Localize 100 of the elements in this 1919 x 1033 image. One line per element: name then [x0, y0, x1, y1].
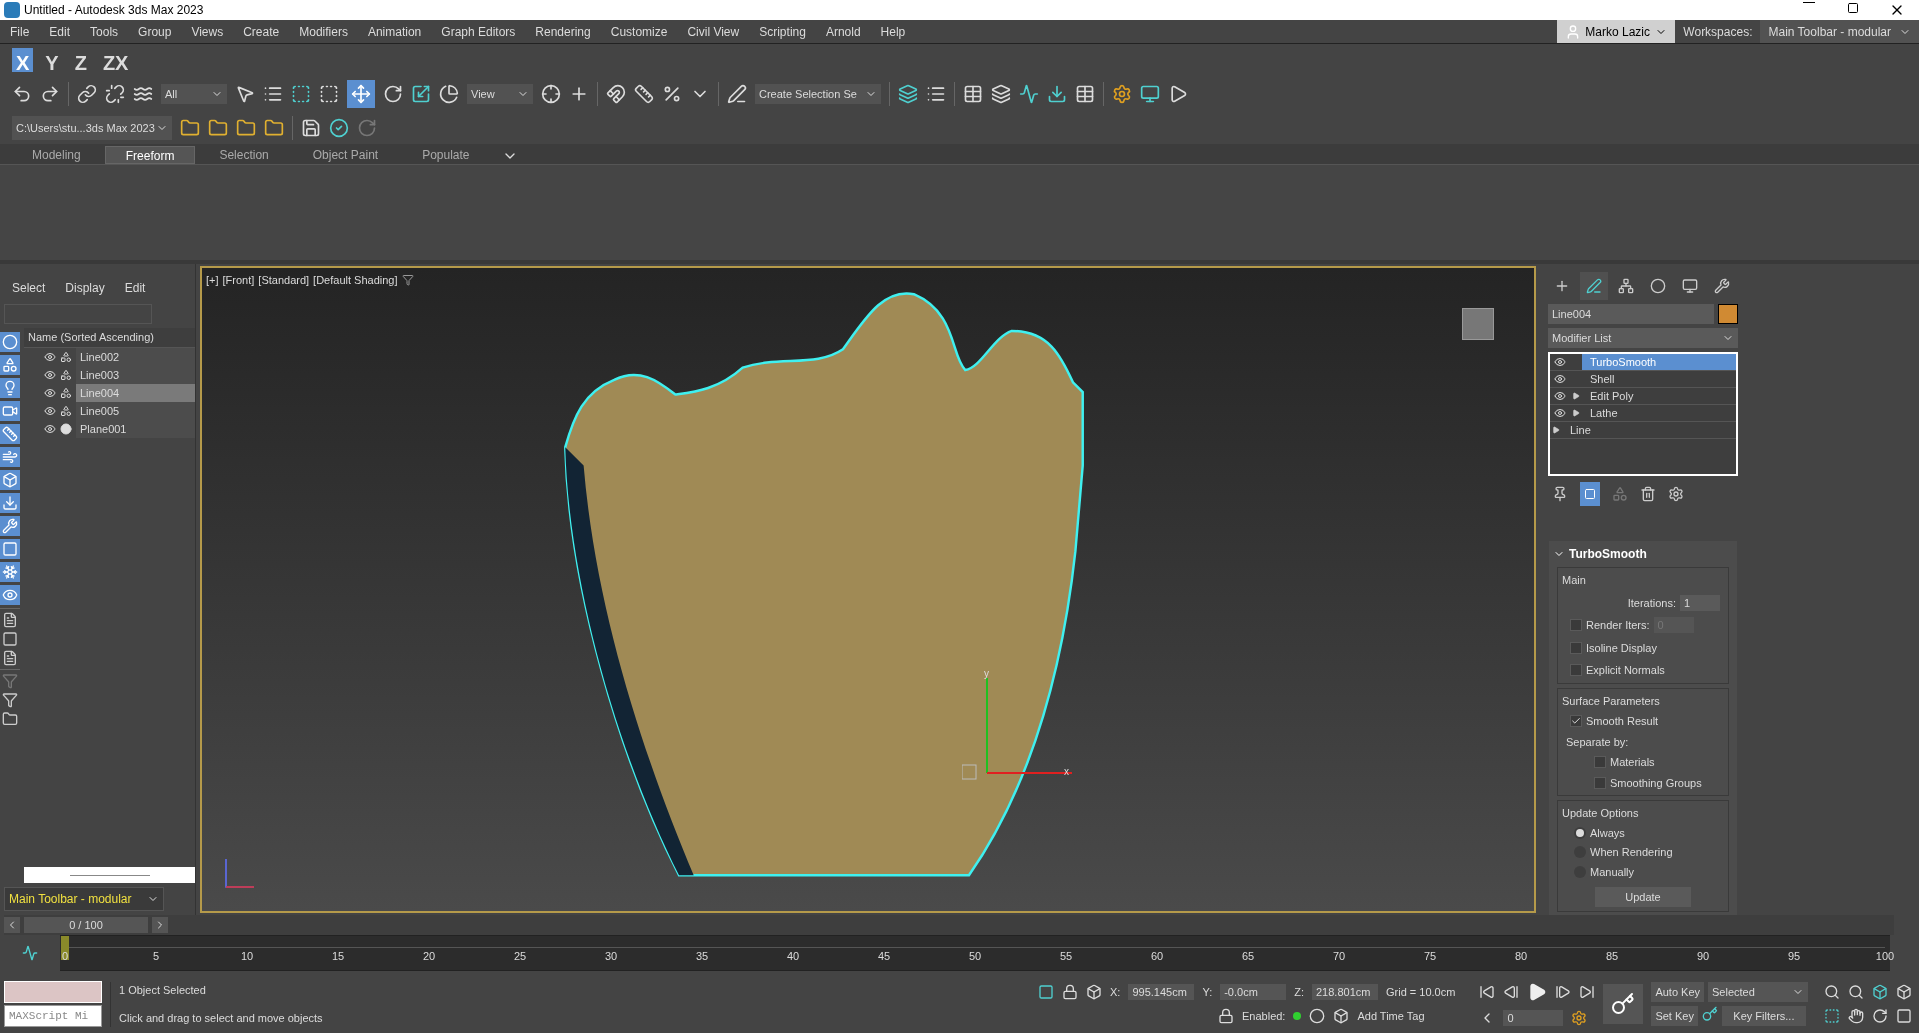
project-settings-icon[interactable] — [180, 118, 200, 138]
viewport-label[interactable]: [Standard] — [258, 272, 310, 289]
next-key-icon[interactable] — [1555, 984, 1572, 1000]
curve-editor-icon[interactable] — [1018, 84, 1039, 104]
ribbon-tab[interactable]: Populate — [402, 146, 490, 164]
window-crossing-icon[interactable] — [319, 84, 339, 104]
show-end-result-button[interactable] — [1580, 482, 1600, 506]
save-icon[interactable] — [301, 118, 321, 138]
delete-modifier-icon[interactable] — [1640, 486, 1656, 502]
display-filter-button[interactable] — [0, 562, 20, 582]
explorer-menu-item[interactable]: Display — [65, 279, 105, 297]
viewport-label[interactable]: [Front] — [222, 272, 255, 289]
check-icon[interactable] — [329, 118, 349, 138]
selection-lock-icon[interactable] — [1062, 983, 1078, 1000]
unlink-icon[interactable] — [105, 84, 125, 104]
workspaces-dropdown[interactable]: Main Toolbar - modular — [1760, 20, 1919, 43]
reference-coordinate-dropdown[interactable]: View — [467, 84, 533, 104]
play-icon[interactable] — [1527, 982, 1548, 1002]
configure-sets-icon[interactable] — [1668, 486, 1684, 502]
menu-item[interactable]: Views — [181, 22, 234, 41]
checkbox[interactable] — [1594, 776, 1606, 789]
z-coordinate-field[interactable]: 218.801cm — [1312, 983, 1378, 1000]
ribbon-tab[interactable]: Object Paint — [292, 146, 399, 164]
project-structure-icon[interactable] — [236, 118, 256, 138]
menu-item[interactable]: Help — [870, 22, 916, 41]
display-filter-button[interactable] — [0, 493, 20, 513]
display-filter-button[interactable] — [0, 539, 20, 559]
previous-key-icon[interactable] — [1503, 984, 1520, 1000]
menu-item[interactable]: Animation — [357, 22, 432, 41]
key-mode-dropdown[interactable]: Selected — [1708, 982, 1808, 1002]
ribbon-tab[interactable]: Freeform — [104, 146, 196, 164]
maxscript-mini-listener[interactable]: MAXScript Mi — [4, 1005, 102, 1027]
select-pointer-icon[interactable] — [235, 84, 255, 104]
named-selection-dropdown[interactable]: Create Selection Se — [755, 84, 881, 104]
checkbox[interactable] — [1570, 715, 1582, 728]
time-config-icon[interactable] — [1571, 1010, 1588, 1026]
modifier-stack-item[interactable]: Shell — [1550, 371, 1736, 388]
current-frame-field[interactable]: 0 — [1503, 1010, 1564, 1026]
rotate-icon[interactable] — [383, 84, 403, 104]
y-coordinate-field[interactable]: -0.0cm — [1220, 983, 1287, 1000]
zoom-all-icon[interactable] — [1848, 984, 1864, 1000]
explorer-menu-item[interactable]: Select — [12, 279, 46, 297]
modifier-stack-item[interactable]: Edit Poly — [1550, 388, 1736, 405]
select-by-name-icon[interactable] — [263, 84, 283, 104]
key-filters-button[interactable]: Key Filters... — [1721, 1006, 1806, 1026]
document-icon[interactable] — [2, 650, 18, 666]
display-filter-button[interactable] — [0, 424, 20, 444]
snap-icon[interactable] — [606, 84, 626, 104]
link-icon[interactable] — [77, 84, 97, 104]
axis-constraint-button[interactable]: Z — [70, 48, 91, 72]
curve-editor-icon[interactable] — [22, 945, 38, 961]
ribbon-tab[interactable]: Modeling — [12, 146, 101, 164]
menu-item[interactable]: Modifiers — [289, 22, 358, 41]
selection-filter-dropdown[interactable]: All — [161, 84, 227, 104]
key-tangent-icon[interactable] — [1701, 1006, 1718, 1022]
axis-constraint-button[interactable]: Y — [41, 48, 63, 72]
explorer-scrollbar[interactable] — [24, 867, 195, 883]
region-select-icon[interactable] — [291, 84, 311, 104]
visibility-icon[interactable] — [44, 423, 56, 435]
workspace-selector[interactable]: Main Toolbar - modular — [4, 887, 164, 911]
axis-constraint-button[interactable]: ZX — [98, 48, 133, 72]
set-key-button[interactable] — [1603, 984, 1644, 1024]
visibility-icon[interactable] — [44, 387, 56, 399]
radio-button[interactable] — [1574, 826, 1586, 839]
checkbox[interactable] — [1570, 641, 1582, 654]
filter-icon[interactable] — [2, 692, 18, 708]
display-filter-button[interactable] — [0, 355, 20, 375]
go-to-start-icon[interactable] — [1479, 984, 1496, 1000]
scene-object-row[interactable]: Line002 — [76, 348, 195, 366]
project-tree-icon[interactable] — [264, 118, 284, 138]
scale-icon[interactable] — [411, 84, 431, 104]
add-time-tag-button[interactable]: Add Time Tag — [1357, 1008, 1425, 1025]
display-filter-button[interactable] — [0, 516, 20, 536]
pin-stack-icon[interactable] — [1552, 486, 1568, 502]
visibility-icon[interactable] — [44, 351, 56, 363]
modifier-stack-item[interactable]: Line — [1550, 422, 1736, 439]
object-color-swatch[interactable] — [1718, 304, 1738, 324]
angle-snap-icon[interactable] — [634, 84, 654, 104]
container-icon[interactable] — [2, 711, 18, 727]
menu-item[interactable]: Edit — [39, 22, 81, 41]
zoom-region-icon[interactable] — [1824, 1008, 1840, 1024]
menu-item[interactable]: Civil View — [677, 22, 750, 41]
percent-snap-icon[interactable] — [662, 84, 682, 104]
auto-key-button[interactable]: Auto Key — [1651, 982, 1704, 1002]
modifier-list-dropdown[interactable]: Modifier List — [1548, 328, 1738, 348]
undo-icon[interactable] — [12, 84, 32, 104]
redo-icon[interactable] — [40, 84, 60, 104]
project-path-dropdown[interactable]: C:\Users\stu...3ds Max 2023 — [12, 116, 172, 140]
open-project-icon[interactable] — [208, 118, 228, 138]
move-tool-button[interactable] — [347, 80, 375, 108]
x-coordinate-field[interactable]: 995.145cm — [1128, 983, 1195, 1000]
menu-item[interactable]: Customize — [600, 22, 678, 41]
document-icon[interactable] — [2, 612, 18, 628]
modifier-stack-item[interactable]: Lathe — [1550, 405, 1736, 422]
command-panel-tab[interactable] — [1580, 272, 1608, 300]
ribbon-tab[interactable]: Selection — [199, 146, 289, 164]
explorer-menu-item[interactable]: Edit — [124, 279, 146, 297]
menu-item[interactable]: Rendering — [525, 22, 601, 41]
checkbox[interactable] — [1594, 756, 1606, 769]
rollout-title[interactable]: TurboSmooth — [1553, 545, 1733, 563]
